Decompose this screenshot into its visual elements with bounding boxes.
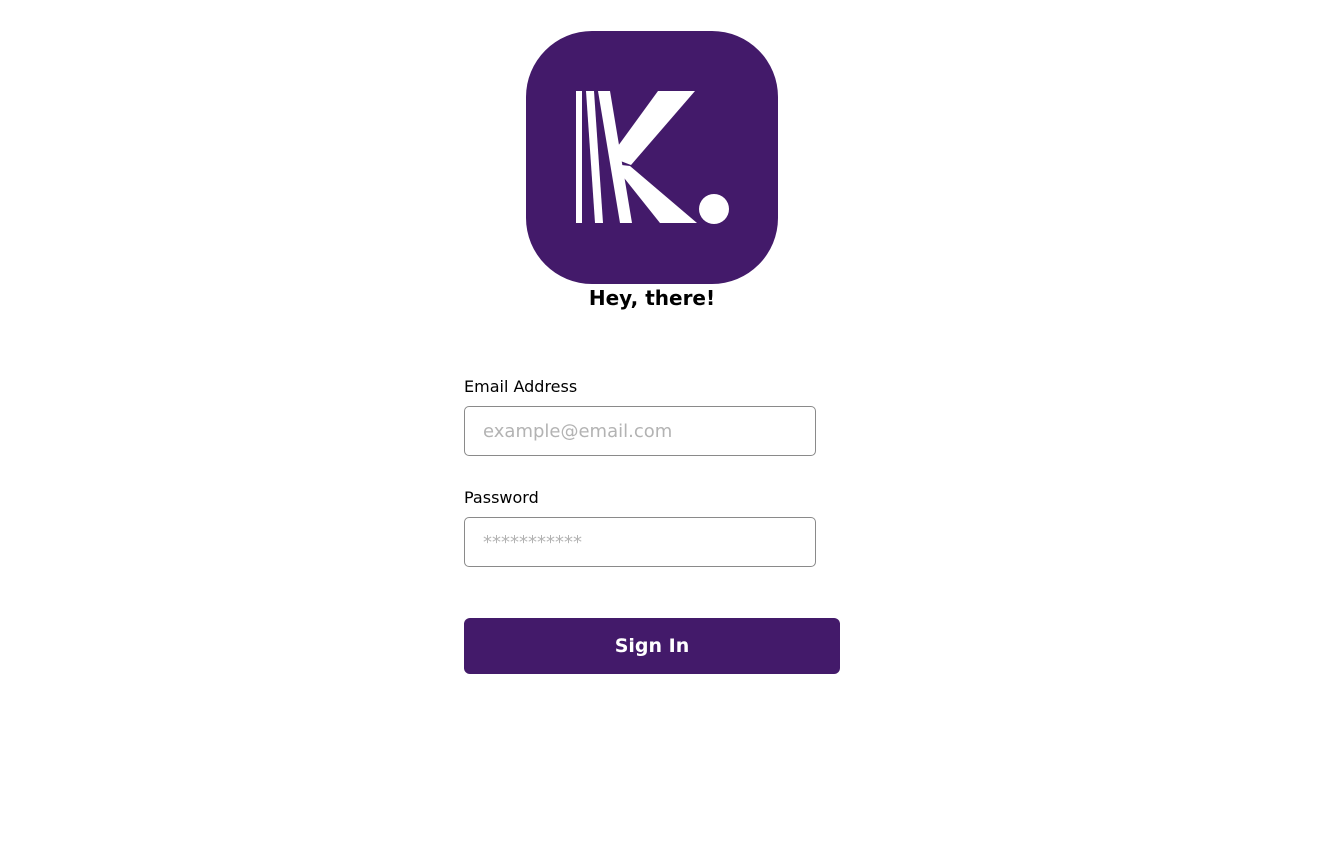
k-dot-logo-icon (526, 31, 778, 284)
sign-in-button[interactable]: Sign In (464, 618, 840, 674)
email-label: Email Address (464, 377, 578, 396)
logo-bar (576, 91, 582, 223)
email-field[interactable] (464, 406, 816, 456)
logo-arm-upper (610, 91, 695, 165)
logo-mark (576, 91, 729, 224)
logo-dot (699, 194, 729, 224)
logo-stroke (586, 91, 603, 223)
login-page: Hey, there! Email Address Password Sign … (0, 0, 1335, 865)
password-field[interactable] (464, 517, 816, 567)
greeting-title: Hey, there! (588, 286, 716, 310)
password-label: Password (464, 488, 539, 507)
